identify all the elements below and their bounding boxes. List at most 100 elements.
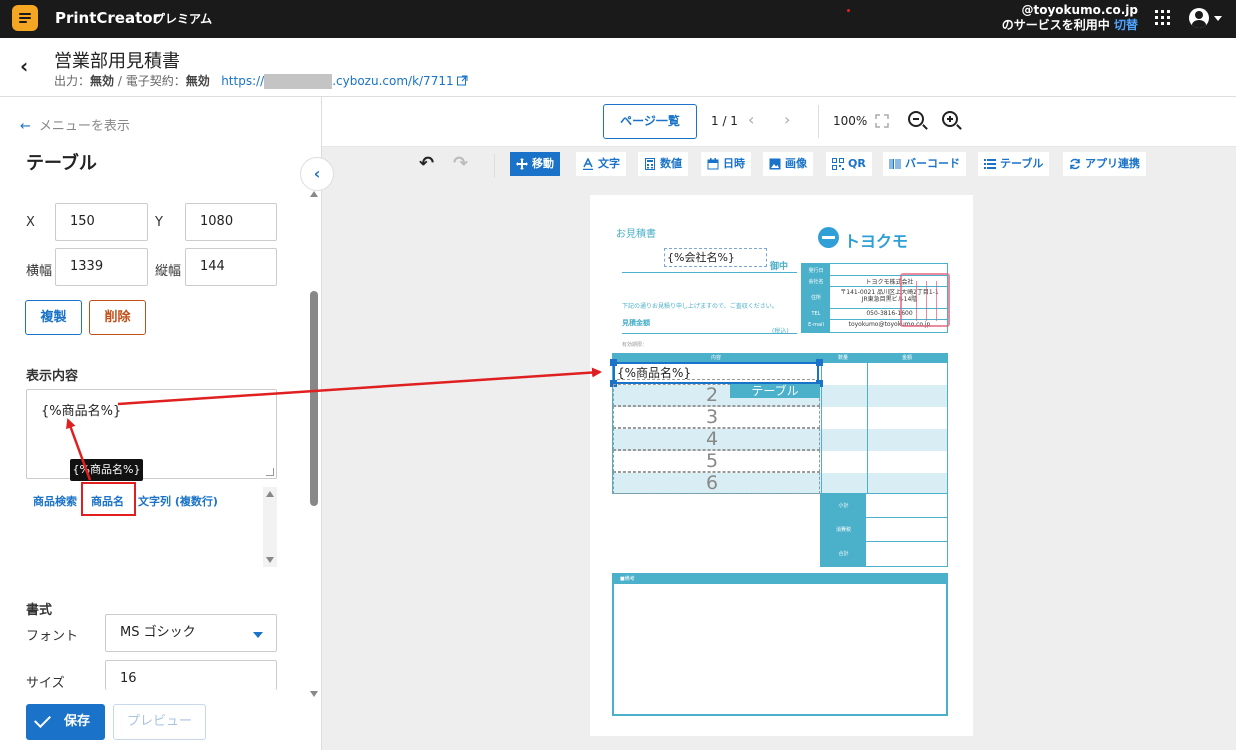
show-menu-link[interactable]: ← メニューを表示 <box>20 115 130 134</box>
scroll-up-icon[interactable] <box>310 191 318 197</box>
row-divider <box>866 517 947 518</box>
tool-label[interactable]: バーコード <box>905 157 960 170</box>
tool-label[interactable]: 文字 <box>598 157 620 170</box>
onchu-label[interactable]: 御中 <box>770 259 788 272</box>
redo-icon[interactable]: ↷ <box>453 155 468 173</box>
contract-label: 電子契約： <box>125 74 186 88</box>
chips-scrollbar[interactable] <box>263 487 277 567</box>
duplicate-button[interactable]: 複製 <box>25 300 82 335</box>
status-separator: / <box>114 74 126 88</box>
tool-label[interactable]: 数値 <box>660 157 682 170</box>
tool-app-link[interactable]: アプリ連携 <box>1063 152 1146 176</box>
printcreator-logo-icon[interactable] <box>12 5 38 31</box>
collapse-panel-button[interactable]: ‹ <box>300 157 334 191</box>
content-textarea[interactable]: {%商品名%} <box>26 389 277 479</box>
url-prefix[interactable]: https:// <box>221 74 264 88</box>
scrollbar-thumb[interactable] <box>310 291 318 506</box>
scroll-down-icon[interactable] <box>266 557 274 563</box>
x-input[interactable]: 150 <box>55 203 148 241</box>
save-label[interactable]: 保存 <box>64 714 90 729</box>
next-page-icon[interactable]: › <box>784 112 790 128</box>
row-number: 5 <box>706 450 719 472</box>
resize-handle[interactable] <box>816 359 823 366</box>
chip-multiline-text[interactable]: 文字列 (複数行) <box>138 493 218 509</box>
text-icon <box>583 158 593 170</box>
app-url-link[interactable]: https:// .cybozu.com/k/7711 <box>221 74 468 89</box>
account-menu-caret-icon[interactable] <box>1214 16 1222 21</box>
prev-page-icon[interactable]: ‹ <box>748 112 754 128</box>
arrow-left-icon[interactable]: ← <box>20 119 31 134</box>
back-arrow-icon[interactable]: ‹ <box>20 56 28 76</box>
preview-button[interactable]: プレビュー <box>113 704 206 740</box>
info-label: 発行日 <box>808 268 824 274</box>
estimate-note[interactable]: 下記の通りお見積り申し上げますので、ご査収ください。 <box>622 301 778 310</box>
subtotal-label: 小計 <box>821 494 866 518</box>
chip-product-search[interactable]: 商品検索 <box>33 493 77 509</box>
totals-table[interactable]: 小計 消費税 合計 <box>820 493 948 567</box>
content-value[interactable]: {%商品名%} <box>41 404 121 419</box>
content-label: 表示内容 <box>26 369 79 384</box>
document-page[interactable]: お見積書 トヨクモ {%会社名%} 御中 発行日 会社名 住所 TEL E-ma… <box>590 195 973 736</box>
width-input[interactable]: 1339 <box>55 248 148 286</box>
calendar-icon <box>707 158 719 170</box>
plan-badge: プレミアム <box>153 12 213 26</box>
zoom-out-icon[interactable] <box>908 111 924 127</box>
url-suffix[interactable]: .cybozu.com/k/7711 <box>332 74 453 88</box>
size-input[interactable]: 16 <box>105 660 277 690</box>
show-menu-label[interactable]: メニューを表示 <box>39 119 130 134</box>
col-header-amount: 金額 <box>902 355 913 361</box>
dropdown-arrow-icon[interactable] <box>253 632 263 638</box>
zoom-in-icon[interactable] <box>942 111 958 127</box>
validity-label[interactable]: 有効期限： <box>622 341 647 348</box>
tool-number[interactable]: 数値 <box>638 152 688 176</box>
company-seal-stamp[interactable] <box>900 273 950 327</box>
font-select[interactable]: MS ゴシック <box>105 614 277 652</box>
toyokumo-logo-icon <box>818 227 839 248</box>
tool-text[interactable]: 文字 <box>576 152 626 176</box>
undo-icon[interactable]: ↶ <box>419 155 434 173</box>
amount-label[interactable]: 見積金額 <box>622 318 650 328</box>
account-icon[interactable] <box>1189 8 1209 28</box>
tool-label[interactable]: 移動 <box>532 157 554 170</box>
save-button[interactable]: 保存 <box>26 704 105 740</box>
cell-dashline <box>617 379 815 380</box>
page-list-button[interactable]: ページ一覧 <box>603 104 697 139</box>
page-title: 営業部用見積書 <box>54 51 180 72</box>
y-input[interactable]: 1080 <box>185 203 277 241</box>
height-input[interactable]: 144 <box>185 248 277 286</box>
tool-label[interactable]: 日時 <box>723 157 745 170</box>
tool-move[interactable]: 移動 <box>510 152 560 176</box>
remarks-box[interactable]: ■備考 <box>612 573 948 716</box>
company-name-field[interactable]: {%会社名%} <box>664 248 767 267</box>
panel-scrollbar[interactable] <box>308 187 320 697</box>
zoom-level: 100% <box>833 114 868 128</box>
tool-label[interactable]: 画像 <box>785 157 807 170</box>
document-header: ‹ 営業部用見積書 出力：無効 / 電子契約：無効 https://.cyboz… <box>0 38 1236 97</box>
format-label: 書式 <box>26 603 53 618</box>
tool-label[interactable]: アプリ連携 <box>1085 157 1140 170</box>
resize-handle[interactable] <box>266 468 274 476</box>
external-link-icon[interactable] <box>457 75 468 86</box>
apps-grid-icon[interactable] <box>1155 10 1170 25</box>
estimate-title[interactable]: お見積書 <box>616 225 656 240</box>
first-cell-text[interactable]: {%商品名%} <box>617 366 691 380</box>
element-toolbar: ↶ ↷ 移動 文字 数値 日時 画像 QR バーコード テーブル アプリ連携 <box>322 150 1236 180</box>
tool-label[interactable]: QR <box>848 157 866 170</box>
resize-handle[interactable] <box>610 359 617 366</box>
tool-qr[interactable]: QR <box>826 152 872 176</box>
page-number: 1 / 1 <box>711 114 738 128</box>
tool-barcode[interactable]: バーコード <box>883 152 966 176</box>
tool-label[interactable]: テーブル <box>1000 157 1043 170</box>
brand-name[interactable]: PrintCreator <box>55 9 160 27</box>
scroll-up-icon[interactable] <box>266 491 274 497</box>
fit-screen-icon[interactable] <box>875 114 889 128</box>
delete-button[interactable]: 削除 <box>89 300 146 335</box>
scroll-down-icon[interactable] <box>310 691 318 697</box>
switch-link[interactable]: 切替 <box>1114 18 1138 32</box>
barcode-icon <box>889 159 901 169</box>
divider <box>494 154 495 178</box>
tool-datetime[interactable]: 日時 <box>701 152 751 176</box>
tool-table[interactable]: テーブル <box>978 152 1050 176</box>
selected-table-first-cell[interactable]: {%商品名%} <box>613 362 819 384</box>
tool-image[interactable]: 画像 <box>763 152 813 176</box>
